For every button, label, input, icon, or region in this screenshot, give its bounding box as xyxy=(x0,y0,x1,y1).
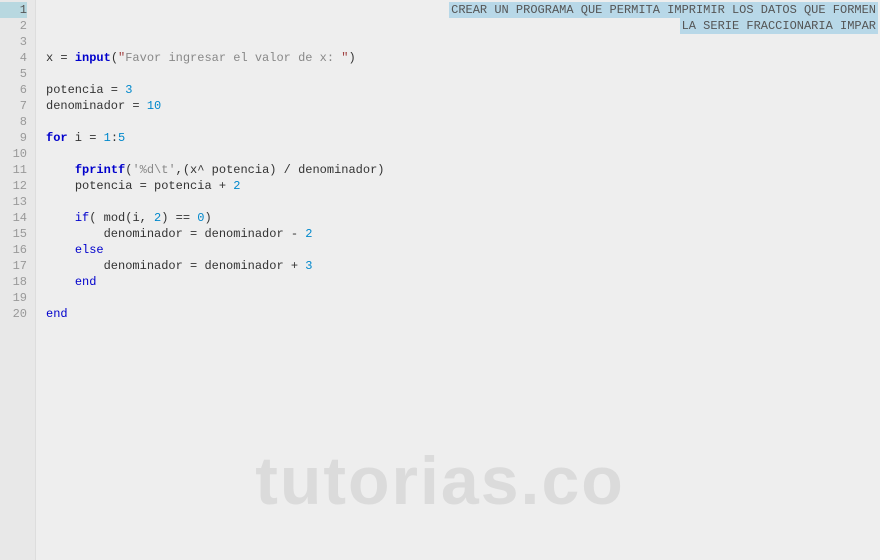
indent xyxy=(46,275,75,289)
op-assign: = xyxy=(183,259,205,273)
op-assign: = xyxy=(104,83,126,97)
kw-else: else xyxy=(75,243,104,257)
gutter-line-14[interactable]: 14 xyxy=(0,210,27,226)
code-line-6[interactable]: potencia = 3 xyxy=(46,82,880,98)
code-line-13[interactable] xyxy=(46,194,880,210)
op-colon: : xyxy=(111,131,118,145)
gutter-line-8[interactable]: 8 xyxy=(0,114,27,130)
indent xyxy=(46,163,75,177)
num-5: 5 xyxy=(118,131,125,145)
code-line-19[interactable] xyxy=(46,290,880,306)
op-assign: = xyxy=(132,179,154,193)
gutter-line-17[interactable]: 17 xyxy=(0,258,27,274)
indent xyxy=(46,211,75,225)
op-comma: , xyxy=(140,211,154,225)
var-potencia: potencia xyxy=(154,179,212,193)
code-line-11[interactable]: fprintf('%d\t',(x^ potencia) / denominad… xyxy=(46,162,880,178)
kw-if: if xyxy=(75,211,89,225)
gutter-line-3[interactable]: 3 xyxy=(0,34,27,50)
num-3: 3 xyxy=(125,83,132,97)
gutter-line-18[interactable]: 18 xyxy=(0,274,27,290)
paren-open: ( xyxy=(111,51,118,65)
code-line-3[interactable] xyxy=(46,34,880,50)
paren-close: ) xyxy=(348,51,355,65)
paren-close: ) xyxy=(204,211,211,225)
func-mod: mod xyxy=(104,211,126,225)
gutter-line-10[interactable]: 10 xyxy=(0,146,27,162)
indent xyxy=(46,259,104,273)
expr-rest: ,(x^ potencia) / denominador) xyxy=(176,163,385,177)
indent xyxy=(46,179,75,193)
num-10: 10 xyxy=(147,99,161,113)
var-potencia: potencia xyxy=(75,179,133,193)
code-line-15[interactable]: denominador = denominador - 2 xyxy=(46,226,880,242)
num-2: 2 xyxy=(305,227,312,241)
code-line-9[interactable]: for i = 1:5 xyxy=(46,130,880,146)
op-eqeq: == xyxy=(168,211,197,225)
op-plus: + xyxy=(284,259,306,273)
gutter-line-13[interactable]: 13 xyxy=(0,194,27,210)
paren-open: ( xyxy=(89,211,103,225)
num-3: 3 xyxy=(305,259,312,273)
op-minus: - xyxy=(284,227,306,241)
num-1: 1 xyxy=(104,131,111,145)
code-line-20[interactable]: end xyxy=(46,306,880,322)
gutter-line-19[interactable]: 19 xyxy=(0,290,27,306)
var-denominador: denominador xyxy=(204,227,283,241)
code-line-7[interactable]: denominador = 10 xyxy=(46,98,880,114)
code-line-8[interactable] xyxy=(46,114,880,130)
code-line-16[interactable]: else xyxy=(46,242,880,258)
kw-end: end xyxy=(75,275,97,289)
func-fprintf: fprintf xyxy=(75,163,125,177)
code-line-18[interactable]: end xyxy=(46,274,880,290)
op-assign: = xyxy=(53,51,75,65)
var-denominador: denominador xyxy=(104,259,183,273)
gutter-line-6[interactable]: 6 xyxy=(0,82,27,98)
func-input: input xyxy=(75,51,111,65)
code-line-17[interactable]: denominador = denominador + 3 xyxy=(46,258,880,274)
gutter-line-7[interactable]: 7 xyxy=(0,98,27,114)
line-gutter: 1 2 3 4 5 6 7 8 9 10 11 12 13 14 15 16 1… xyxy=(0,0,36,560)
gutter-line-11[interactable]: 11 xyxy=(0,162,27,178)
op-assign: = xyxy=(82,131,104,145)
code-line-10[interactable] xyxy=(46,146,880,162)
kw-for: for xyxy=(46,131,68,145)
code-line-12[interactable]: potencia = potencia + 2 xyxy=(46,178,880,194)
comment-line-1: CREAR UN PROGRAMA QUE PERMITA IMPRIMIR L… xyxy=(449,2,878,18)
comment-block: CREAR UN PROGRAMA QUE PERMITA IMPRIMIR L… xyxy=(449,2,878,34)
indent xyxy=(46,227,104,241)
var-denominador: denominador xyxy=(104,227,183,241)
gutter-line-15[interactable]: 15 xyxy=(0,226,27,242)
gutter-line-4[interactable]: 4 xyxy=(0,50,27,66)
string-prompt: Favor ingresar el valor de x: xyxy=(125,51,341,65)
indent xyxy=(46,243,75,257)
code-area[interactable]: CREAR UN PROGRAMA QUE PERMITA IMPRIMIR L… xyxy=(36,0,880,560)
gutter-line-2[interactable]: 2 xyxy=(0,18,27,34)
code-line-5[interactable] xyxy=(46,66,880,82)
comment-line-2: LA SERIE FRACCIONARIA IMPAR xyxy=(680,18,878,34)
gutter-line-5[interactable]: 5 xyxy=(0,66,27,82)
op-plus: + xyxy=(212,179,234,193)
gutter-line-16[interactable]: 16 xyxy=(0,242,27,258)
var-i: i xyxy=(132,211,139,225)
gutter-line-1[interactable]: 1 xyxy=(0,2,27,18)
num-2: 2 xyxy=(233,179,240,193)
kw-end: end xyxy=(46,307,68,321)
gutter-line-9[interactable]: 9 xyxy=(0,130,27,146)
code-line-14[interactable]: if( mod(i, 2) == 0) xyxy=(46,210,880,226)
string-fmt: '%d\t' xyxy=(132,163,175,177)
code-line-4[interactable]: x = input("Favor ingresar el valor de x:… xyxy=(46,50,880,66)
var-potencia: potencia xyxy=(46,83,104,97)
var-i: i xyxy=(68,131,82,145)
var-denominador: denominador xyxy=(46,99,125,113)
gutter-line-20[interactable]: 20 xyxy=(0,306,27,322)
op-assign: = xyxy=(183,227,205,241)
gutter-line-12[interactable]: 12 xyxy=(0,178,27,194)
var-denominador: denominador xyxy=(204,259,283,273)
op-assign: = xyxy=(125,99,147,113)
editor-container: 1 2 3 4 5 6 7 8 9 10 11 12 13 14 15 16 1… xyxy=(0,0,880,560)
